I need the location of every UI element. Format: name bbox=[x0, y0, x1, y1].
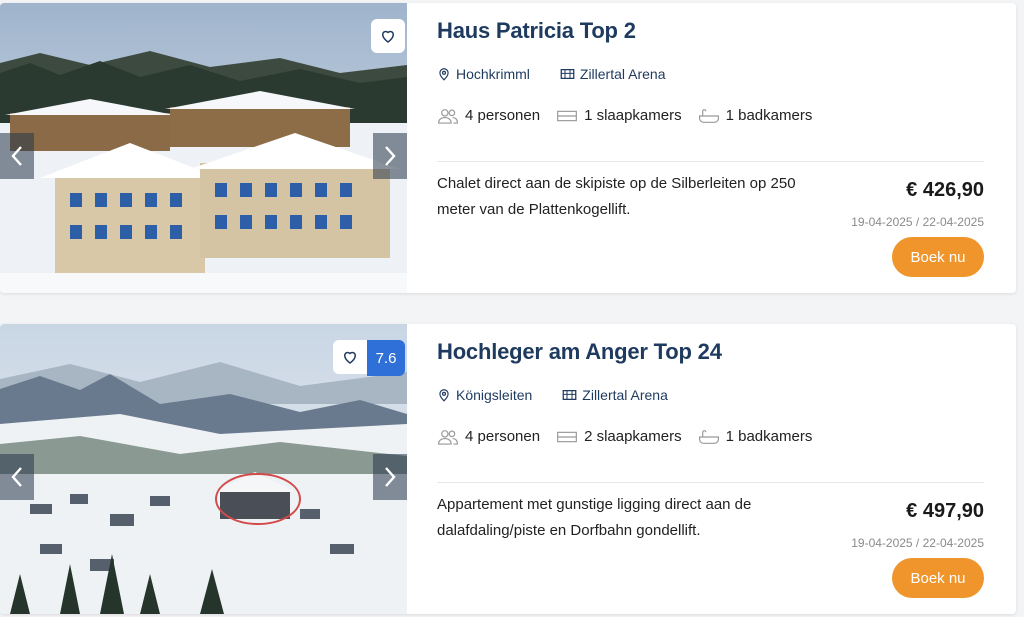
bedrooms-label: 1 slaapkamers bbox=[584, 107, 682, 124]
ski-area-label: Zillertal Arena bbox=[582, 387, 668, 403]
persons-icon bbox=[437, 108, 459, 124]
location-row: Hochkrimml Zillertal Arena bbox=[437, 66, 665, 82]
listing-title[interactable]: Haus Patricia Top 2 bbox=[437, 18, 636, 44]
location: Königsleiten bbox=[437, 387, 532, 403]
map-pin-icon bbox=[439, 389, 449, 402]
persons: 4 personen bbox=[437, 107, 540, 124]
heart-icon bbox=[344, 351, 356, 364]
book-now-button[interactable]: Boek nu bbox=[892, 558, 984, 598]
listing-price: € 426,90 bbox=[906, 179, 984, 201]
previous-photo-button[interactable] bbox=[0, 454, 34, 500]
listing-card[interactable]: Haus Patricia Top 2 Hochkrimml Zillertal… bbox=[0, 3, 1016, 293]
location: Hochkrimml bbox=[437, 66, 530, 82]
chevron-left-icon bbox=[11, 467, 22, 487]
location-label: Hochkrimml bbox=[456, 66, 530, 82]
stay-dates: 19-04-2025 / 22-04-2025 bbox=[851, 536, 984, 550]
listing-info: Hochleger am Anger Top 24 Königsleiten Z… bbox=[437, 324, 984, 614]
divider bbox=[437, 161, 984, 162]
chevron-right-icon bbox=[385, 146, 396, 166]
bathtub-icon bbox=[698, 429, 719, 444]
bed-icon bbox=[557, 110, 577, 121]
persons-label: 4 personen bbox=[465, 428, 541, 445]
chevron-left-icon bbox=[11, 146, 22, 166]
ski-area-icon bbox=[562, 390, 577, 400]
chevron-right-icon bbox=[385, 467, 396, 487]
persons: 4 personen bbox=[437, 428, 540, 445]
chalet-photo bbox=[0, 3, 407, 293]
bathrooms-label: 1 badkamers bbox=[725, 107, 813, 124]
bedrooms: 2 slaapkamers bbox=[556, 428, 682, 445]
bathrooms: 1 badkamers bbox=[698, 107, 813, 124]
next-photo-button[interactable] bbox=[373, 454, 407, 500]
bathrooms-label: 1 badkamers bbox=[725, 428, 813, 445]
location-row: Königsleiten Zillertal Arena bbox=[437, 387, 668, 403]
listing-results: Haus Patricia Top 2 Hochkrimml Zillertal… bbox=[0, 0, 1024, 617]
specs-row: 4 personen 1 slaapkamers 1 badkamers bbox=[437, 107, 812, 124]
listing-photo[interactable] bbox=[0, 3, 407, 293]
bedrooms: 1 slaapkamers bbox=[556, 107, 682, 124]
bedrooms-label: 2 slaapkamers bbox=[584, 428, 682, 445]
listing-description: Chalet direct aan de skipiste op de Silb… bbox=[437, 175, 796, 218]
divider bbox=[437, 482, 984, 483]
book-now-button[interactable]: Boek nu bbox=[892, 237, 984, 277]
listing-price: € 497,90 bbox=[906, 500, 984, 522]
persons-label: 4 personen bbox=[465, 107, 541, 124]
bathrooms: 1 badkamers bbox=[698, 428, 813, 445]
ski-area-icon bbox=[560, 69, 575, 79]
ski-area: Zillertal Arena bbox=[560, 66, 666, 82]
ski-area: Zillertal Arena bbox=[562, 387, 668, 403]
location-label: Königsleiten bbox=[456, 387, 533, 403]
listing-title[interactable]: Hochleger am Anger Top 24 bbox=[437, 339, 722, 365]
bathtub-icon bbox=[698, 108, 719, 123]
heart-icon bbox=[382, 30, 394, 43]
stay-dates: 19-04-2025 / 22-04-2025 bbox=[851, 215, 984, 229]
listing-photo[interactable]: 7.6 bbox=[0, 324, 407, 614]
map-pin-icon bbox=[439, 68, 449, 81]
favorite-button[interactable] bbox=[333, 340, 367, 374]
next-photo-button[interactable] bbox=[373, 133, 407, 179]
bed-icon bbox=[557, 431, 577, 442]
previous-photo-button[interactable] bbox=[0, 133, 34, 179]
persons-icon bbox=[437, 429, 459, 445]
specs-row: 4 personen 2 slaapkamers 1 badkamers bbox=[437, 428, 812, 445]
review-score-badge: 7.6 bbox=[367, 340, 405, 376]
listing-description: Appartement met gunstige ligging direct … bbox=[437, 496, 752, 539]
listing-card[interactable]: 7.6 Hochleger am Anger Top 24 Königsleit… bbox=[0, 324, 1016, 614]
favorite-button[interactable] bbox=[371, 19, 405, 53]
listing-info: Haus Patricia Top 2 Hochkrimml Zillertal… bbox=[437, 3, 984, 293]
ski-area-label: Zillertal Arena bbox=[579, 66, 666, 82]
